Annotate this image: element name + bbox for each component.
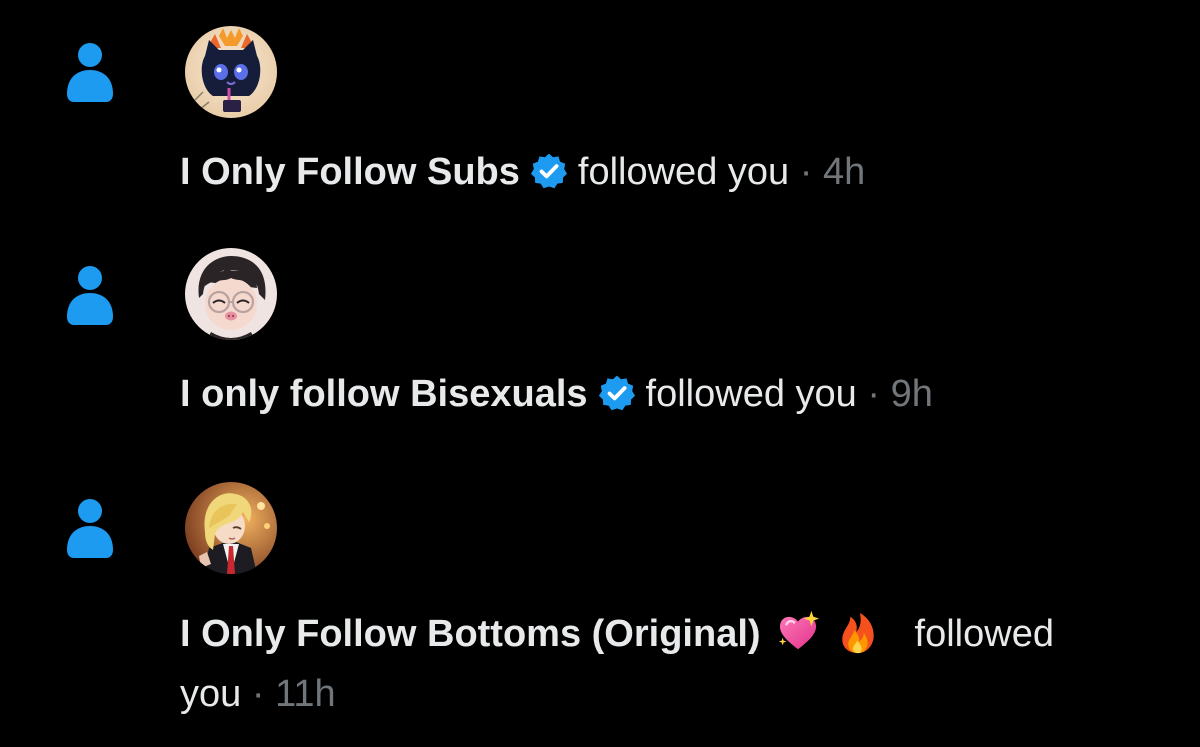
person-icon xyxy=(67,266,113,325)
blonde-character-avatar[interactable] xyxy=(185,482,277,574)
glasses-character-avatar[interactable] xyxy=(185,248,277,340)
fire-emoji xyxy=(841,612,874,654)
person-icon xyxy=(67,499,113,558)
timestamp[interactable]: 11h xyxy=(275,673,336,715)
notifications-feed: I Only Follow Subs followed you · 4h I o… xyxy=(0,0,1200,747)
timestamp[interactable]: 4h xyxy=(823,151,865,193)
separator-dot: · xyxy=(867,373,881,415)
action-text: followed you xyxy=(645,373,857,415)
account-name[interactable]: I Only Follow Subs xyxy=(180,151,520,193)
verified-badge-icon xyxy=(530,153,567,189)
separator-dot: · xyxy=(251,673,265,715)
notification-text: I Only Follow Subs followed you · 4h xyxy=(180,144,1180,200)
sparkling-heart-emoji xyxy=(778,610,819,650)
separator-dot: · xyxy=(799,151,813,193)
account-name[interactable]: I Only Follow Bottoms (Original) xyxy=(180,613,761,655)
cat-avatar[interactable] xyxy=(185,26,277,118)
notification-text: I Only Follow Bottoms (Original) followe… xyxy=(180,606,1180,662)
action-text: followed xyxy=(914,613,1054,655)
notification-item[interactable]: I Only Follow Bottoms (Original) followe… xyxy=(0,480,1200,747)
person-icon xyxy=(67,43,113,102)
verified-badge-icon xyxy=(598,375,635,411)
account-name[interactable]: I only follow Bisexuals xyxy=(180,373,588,415)
notification-item[interactable]: I Only Follow Subs followed you · 4h xyxy=(0,0,1200,240)
notification-text-continued: you · 11h xyxy=(180,666,336,722)
action-text: you xyxy=(180,673,242,715)
action-text: followed you xyxy=(577,151,790,193)
timestamp[interactable]: 9h xyxy=(891,373,933,415)
notification-text: I only follow Bisexuals followed you · 9… xyxy=(180,366,1180,422)
notification-item[interactable]: I only follow Bisexuals followed you · 9… xyxy=(0,240,1200,480)
